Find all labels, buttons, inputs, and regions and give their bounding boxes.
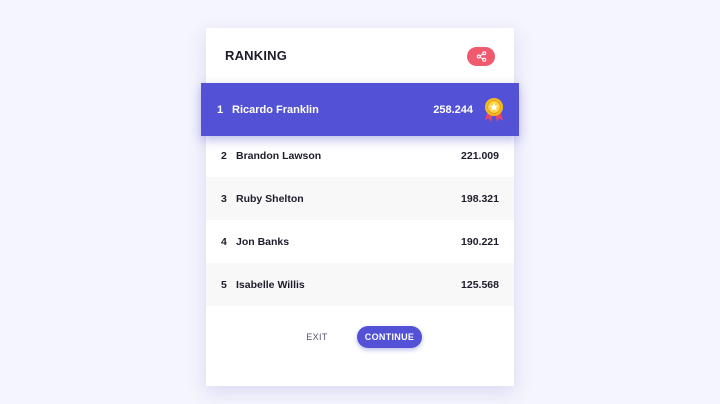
rank-number: 1 [217, 103, 224, 116]
player-score: 198.321 [461, 192, 499, 205]
player-name: Jon Banks [236, 235, 290, 248]
share-icon [476, 51, 486, 62]
player-score: 190.221 [461, 235, 499, 248]
list-item-rank-2[interactable]: 2 Brandon Lawson 221.009 [206, 134, 514, 177]
exit-button[interactable]: EXIT [302, 326, 332, 348]
card-header: RANKING [206, 28, 514, 82]
rank-number: 5 [221, 278, 227, 291]
page-title: RANKING [225, 48, 288, 63]
ranking-card: RANKING 1 Ricardo Franklin 258.244 2 Bra… [201, 28, 519, 386]
player-name: Brandon Lawson [236, 149, 322, 162]
player-name: Ricardo Franklin [232, 103, 319, 116]
player-score: 258.244 [433, 103, 473, 116]
player-name: Ruby Shelton [236, 192, 304, 205]
medal-icon [485, 98, 503, 122]
rank-number: 4 [221, 235, 227, 248]
player-score: 221.009 [461, 149, 499, 162]
list-item-rank-4[interactable]: 4 Jon Banks 190.221 [206, 220, 514, 263]
list-item-rank-1[interactable]: 1 Ricardo Franklin 258.244 [201, 83, 519, 136]
continue-button[interactable]: CONTINUE [357, 326, 422, 348]
player-score: 125.568 [461, 278, 499, 291]
card-footer: EXIT CONTINUE [206, 326, 514, 352]
list-item-rank-3[interactable]: 3 Ruby Shelton 198.321 [206, 177, 514, 220]
rank-number: 2 [221, 149, 227, 162]
share-button[interactable] [467, 47, 495, 66]
list-item-rank-5[interactable]: 5 Isabelle Willis 125.568 [206, 263, 514, 306]
rank-number: 3 [221, 192, 227, 205]
player-name: Isabelle Willis [236, 278, 305, 291]
